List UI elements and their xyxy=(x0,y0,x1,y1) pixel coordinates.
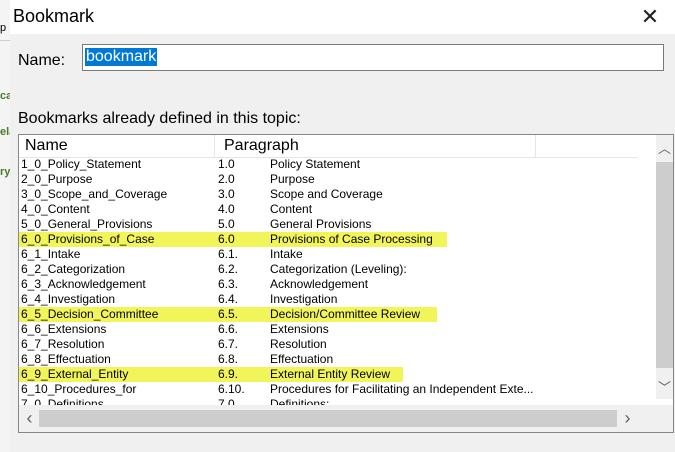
paragraph-title-cell: Provisions of Case Processing xyxy=(270,232,433,246)
horizontal-scroll-thumb[interactable] xyxy=(39,410,617,427)
list-item[interactable]: 6_3_Acknowledgement 6.3. Acknowledgement xyxy=(19,277,637,292)
paragraph-title-cell: Purpose xyxy=(270,172,315,186)
paragraph-title-cell: Extensions xyxy=(270,322,329,336)
horizontal-scrollbar[interactable]: ‹ › xyxy=(19,405,657,432)
list-header: Name Paragraph xyxy=(19,135,637,158)
list-item[interactable]: 6_4_Investigation 6.4. Investigation xyxy=(19,292,637,307)
paragraph-title-cell: External Entity Review xyxy=(270,367,391,381)
bookmark-name-cell: 4_0_Content xyxy=(21,202,90,216)
paragraph-title-cell: Intake xyxy=(270,247,303,261)
list-item[interactable]: 6_9_External_Entity 6.9. External Entity R… xyxy=(19,367,637,382)
bookmark-name-cell: 6_3_Acknowledgement xyxy=(21,277,146,291)
paragraph-number-cell: 4.0 xyxy=(218,202,235,216)
bookmark-name-cell: 6_1_Intake xyxy=(21,247,81,261)
bookmark-list-heading: Bookmarks already defined in this topic: xyxy=(18,110,301,127)
column-header-paragraph[interactable]: Paragraph xyxy=(224,137,299,155)
list-item[interactable]: 1_0_Policy_Statement 1.0 Policy Statement xyxy=(19,157,637,172)
paragraph-title-cell: Policy Statement xyxy=(270,157,361,171)
vertical-scroll-thumb[interactable] xyxy=(656,162,673,368)
list-item[interactable]: 2_0_Purpose 2.0 Purpose xyxy=(19,172,637,187)
paragraph-title-cell: Acknowledgement xyxy=(270,277,369,291)
bookmark-name-cell: 6_5_Decision_Committee xyxy=(21,307,159,321)
paragraph-title-cell: Scope and Coverage xyxy=(270,187,383,201)
bookmark-name-cell: 6_0_Provisions_of_Case xyxy=(21,232,155,246)
paragraph-title-cell: Decision/Committee Review xyxy=(270,307,421,321)
scroll-left-icon[interactable]: ‹ xyxy=(21,409,38,427)
paragraph-number-cell: 6.4. xyxy=(218,292,239,306)
list-rows: 1_0_Policy_Statement 1.0 Policy Statement 2… xyxy=(19,157,637,412)
bookmark-name-cell: 1_0_Policy_Statement xyxy=(21,157,142,171)
list-item[interactable]: 6_0_Provisions_of_Case 6.0 Provisions of C… xyxy=(19,232,637,247)
list-item[interactable]: 6_1_Intake 6.1. Intake xyxy=(19,247,637,262)
bookmark-name-cell: 6_9_External_Entity xyxy=(21,367,129,381)
paragraph-number-cell: 6.1. xyxy=(218,247,239,261)
paragraph-number-cell: 6.0 xyxy=(218,232,235,246)
bookmark-name-cell: 3_0_Scope_and_Coverage xyxy=(21,187,168,201)
bookmark-name-cell: 5_0_General_Provisions xyxy=(21,217,153,231)
list-item[interactable]: 6_6_Extensions 6.6. Extensions xyxy=(19,322,637,337)
list-item[interactable]: 6_7_Resolution 6.7. Resolution xyxy=(19,337,637,352)
column-divider[interactable] xyxy=(214,135,215,157)
background-text: ry xyxy=(0,166,11,178)
paragraph-number-cell: 6.3. xyxy=(218,277,239,291)
paragraph-number-cell: 6.9. xyxy=(218,367,239,381)
paragraph-number-cell: 6.7. xyxy=(218,337,239,351)
bookmark-name-cell: 6_10_Procedures_for xyxy=(21,382,137,396)
scroll-up-icon[interactable]: ︿ xyxy=(656,140,673,157)
bookmark-name-cell: 6_7_Resolution xyxy=(21,337,105,351)
paragraph-title-cell: Categorization (Leveling): xyxy=(270,262,407,276)
list-item[interactable]: 6_2_Categorization 6.2. Categorization (Le… xyxy=(19,262,637,277)
background-divider xyxy=(0,40,10,41)
close-icon[interactable]: ✕ xyxy=(639,6,661,28)
list-item[interactable]: 5_0_General_Provisions 5.0 General Provisi… xyxy=(19,217,637,232)
paragraph-number-cell: 6.8. xyxy=(218,352,239,366)
paragraph-number-cell: 1.0 xyxy=(218,157,235,171)
paragraph-number-cell: 3.0 xyxy=(218,187,235,201)
bookmark-name-input[interactable]: bookmark xyxy=(82,44,664,71)
bookmark-name-cell: 6_2_Categorization xyxy=(21,262,126,276)
paragraph-number-cell: 6.2. xyxy=(218,262,239,276)
bookmark-name-cell: 6_8_Effectuation xyxy=(21,352,111,366)
column-divider[interactable] xyxy=(535,135,536,157)
vertical-scrollbar[interactable]: ︿ ﹀ xyxy=(656,135,673,399)
list-item[interactable]: 6_5_Decision_Committee 6.5. Decision/Commi… xyxy=(19,307,637,322)
list-item[interactable]: 4_0_Content 4.0 Content xyxy=(19,202,637,217)
paragraph-number-cell: 6.5. xyxy=(218,307,239,321)
paragraph-title-cell: Procedures for Facilitating an Independe… xyxy=(270,382,534,396)
column-header-name[interactable]: Name xyxy=(25,137,68,155)
scroll-right-icon[interactable]: › xyxy=(619,409,636,427)
bookmark-dialog: Bookmark ✕ Name: bookmark Bookmarks alre… xyxy=(10,0,675,452)
paragraph-title-cell: General Provisions xyxy=(270,217,372,231)
bookmark-name-cell: 6_6_Extensions xyxy=(21,322,107,336)
title-bar: Bookmark ✕ xyxy=(10,0,675,34)
bookmark-list[interactable]: Name Paragraph 1_0_Policy_Statement 1.0 Po… xyxy=(18,134,674,433)
paragraph-title-cell: Resolution xyxy=(270,337,327,351)
paragraph-number-cell: 6.6. xyxy=(218,322,239,336)
paragraph-number-cell: 2.0 xyxy=(218,172,235,186)
paragraph-number-cell: 5.0 xyxy=(218,217,235,231)
paragraph-number-cell: 6.10. xyxy=(218,382,245,396)
name-label: Name: xyxy=(18,52,66,69)
selected-text: bookmark xyxy=(85,48,158,66)
paragraph-title-cell: Investigation xyxy=(270,292,338,306)
scrollbar-corner xyxy=(656,405,673,432)
paragraph-title-cell: Effectuation xyxy=(270,352,334,366)
dialog-title: Bookmark xyxy=(13,6,95,26)
background-text: p xyxy=(0,22,7,34)
scroll-down-icon[interactable]: ﹀ xyxy=(656,379,673,396)
bookmark-name-cell: 6_4_Investigation xyxy=(21,292,116,306)
list-item[interactable]: 6_8_Effectuation 6.8. Effectuation xyxy=(19,352,637,367)
list-item[interactable]: 3_0_Scope_and_Coverage 3.0 Scope and Cover… xyxy=(19,187,637,202)
bookmark-name-cell: 2_0_Purpose xyxy=(21,172,93,186)
paragraph-title-cell: Content xyxy=(270,202,313,216)
list-item[interactable]: 6_10_Procedures_for 6.10. Procedures for F… xyxy=(19,382,637,397)
